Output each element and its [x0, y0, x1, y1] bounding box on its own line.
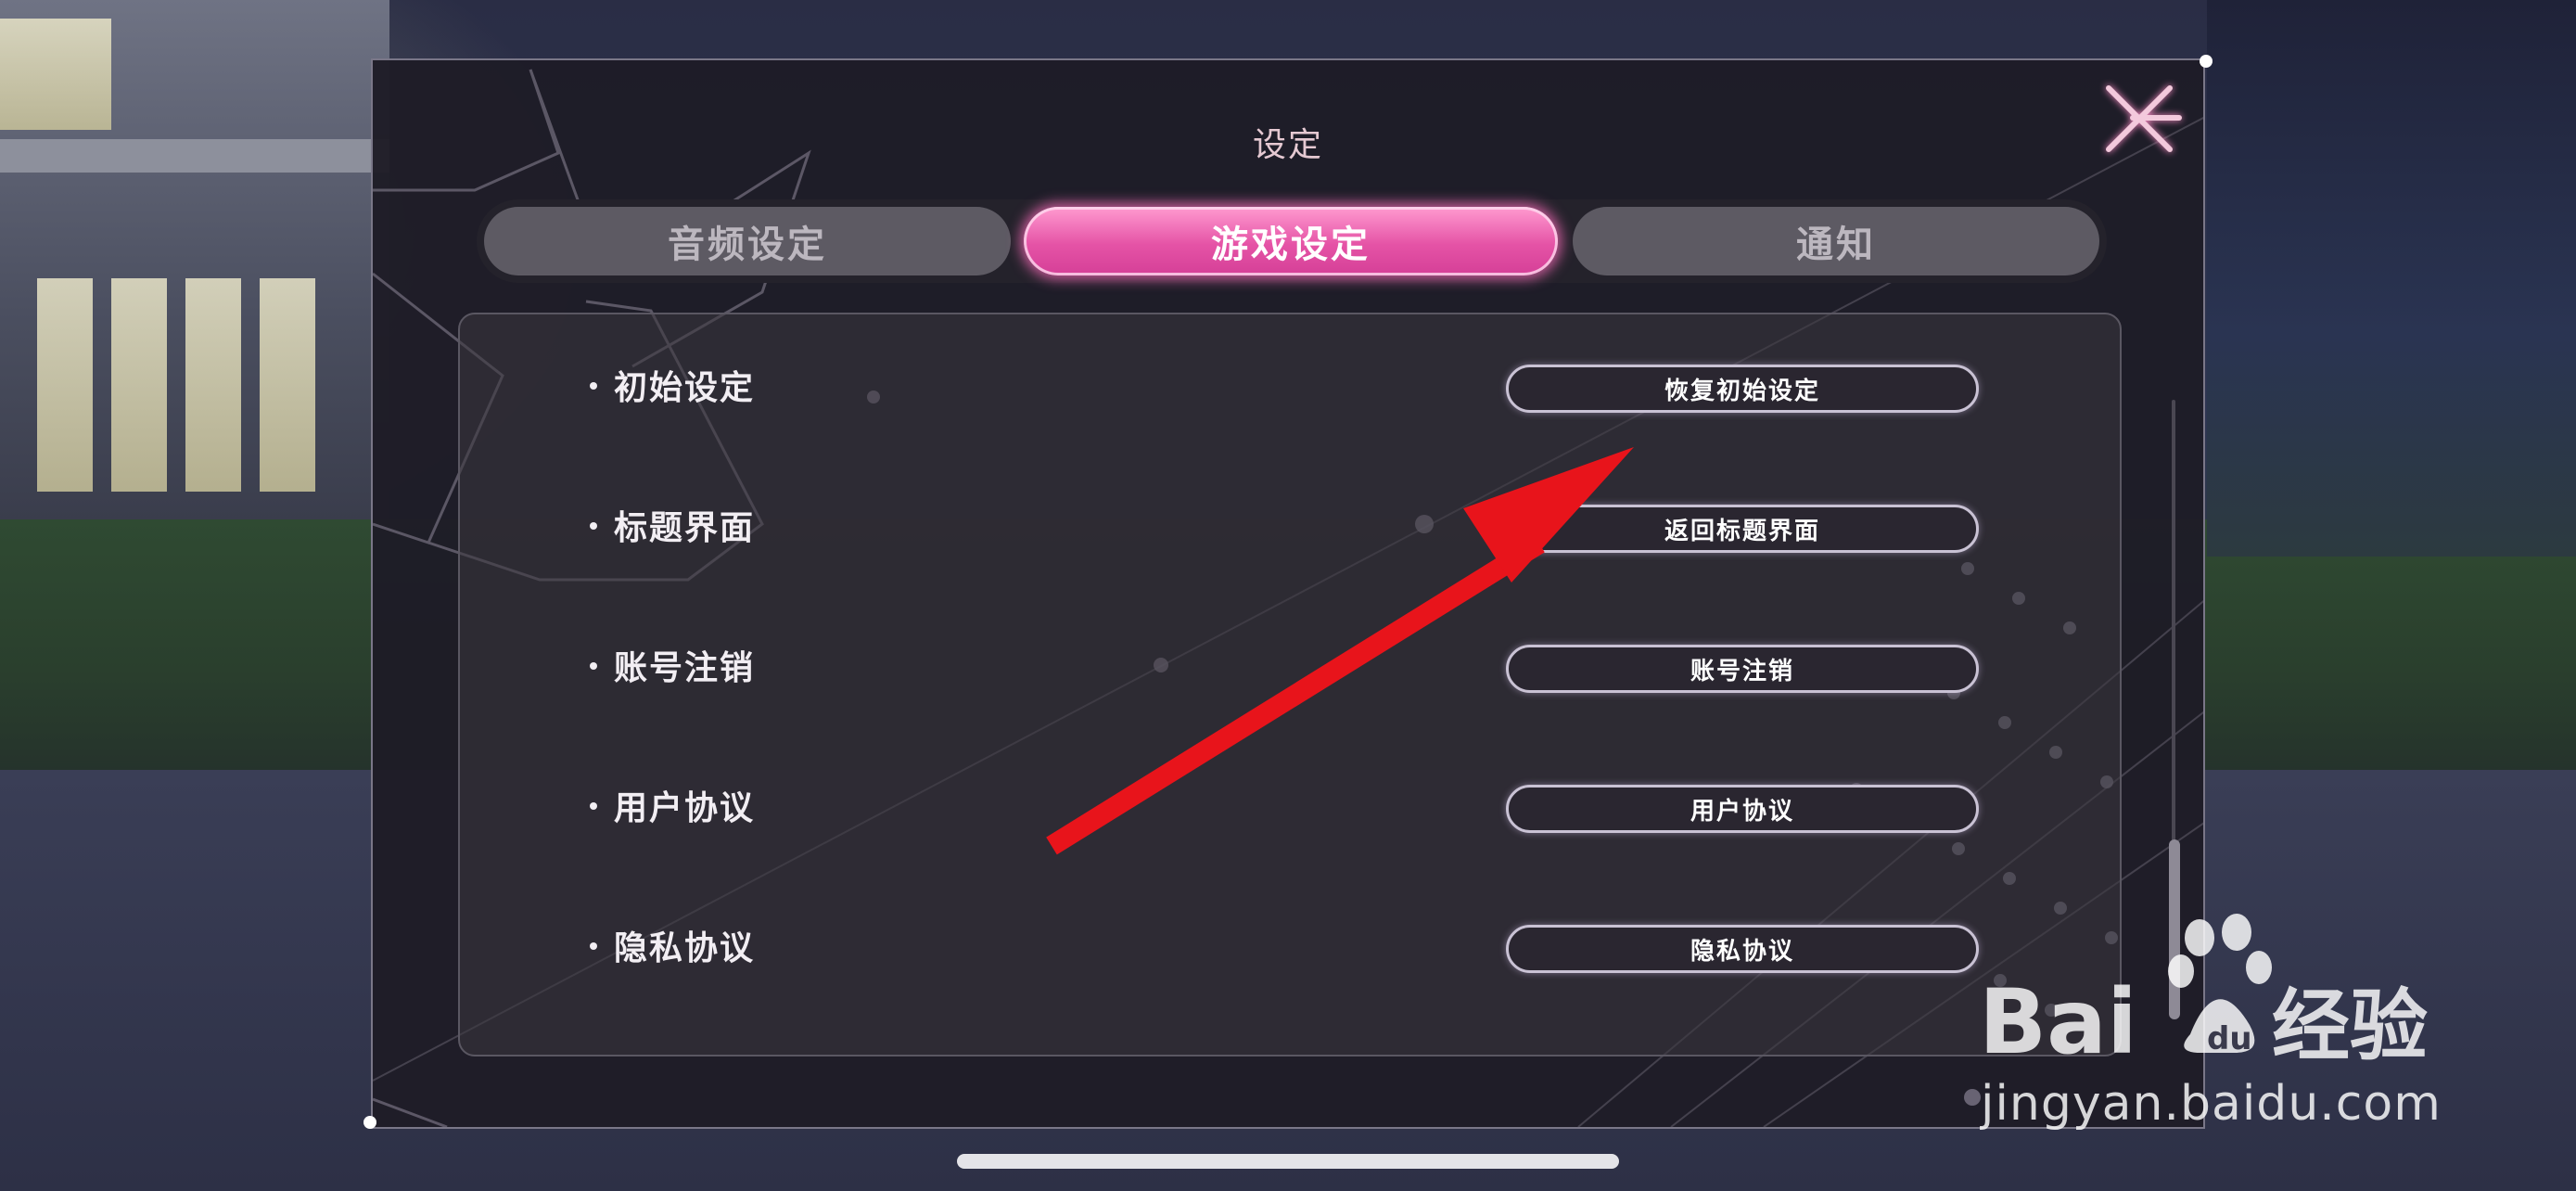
return-title-button[interactable]: 返回标题界面 — [1506, 505, 1979, 553]
svg-text:Bai: Bai — [1979, 970, 2137, 1074]
bullet-icon — [590, 382, 597, 390]
settings-panel: 设定 音频设定 游戏设定 通知 初始设定 恢复初始设定 标题界面 返回标题界面 … — [371, 58, 2205, 1129]
label-text: 标题界面 — [614, 509, 756, 547]
bullet-icon — [590, 802, 597, 810]
settings-row-label: 用户协议 — [590, 781, 755, 837]
label-text: 用户协议 — [614, 789, 756, 827]
reset-settings-button[interactable]: 恢复初始设定 — [1506, 365, 1979, 413]
background-window — [260, 278, 315, 492]
privacy-agreement-button[interactable]: 隐私协议 — [1506, 925, 1979, 973]
bullet-icon — [590, 942, 597, 950]
svg-text:du: du — [2207, 1020, 2252, 1057]
background-window — [111, 278, 167, 492]
tab-bar: 音频设定 游戏设定 通知 — [477, 199, 2107, 283]
home-indicator[interactable] — [957, 1154, 1619, 1169]
close-button[interactable] — [2096, 71, 2188, 164]
settings-row: 标题界面 返回标题界面 — [460, 501, 2120, 557]
label-text: 初始设定 — [614, 369, 756, 407]
close-x-icon — [2106, 85, 2182, 152]
settings-row-label: 初始设定 — [590, 361, 755, 416]
user-agreement-button[interactable]: 用户协议 — [1506, 785, 1979, 833]
label-text: 隐私协议 — [614, 929, 756, 967]
bullet-icon — [590, 662, 597, 670]
tab-notifications[interactable]: 通知 — [1573, 207, 2099, 275]
settings-row: 用户协议 用户协议 — [460, 781, 2120, 837]
settings-row: 隐私协议 隐私协议 — [460, 921, 2120, 977]
settings-row-label: 账号注销 — [590, 641, 755, 697]
settings-row: 初始设定 恢复初始设定 — [460, 361, 2120, 416]
background-window — [185, 278, 241, 492]
settings-row-label: 隐私协议 — [590, 921, 755, 977]
label-text: 账号注销 — [614, 649, 756, 687]
account-deletion-button[interactable]: 账号注销 — [1506, 645, 1979, 693]
settings-row: 账号注销 账号注销 — [460, 641, 2120, 697]
watermark-url: jingyan.baidu.com — [1981, 1076, 2442, 1132]
background-roof — [0, 139, 389, 173]
svg-text:经验: 经验 — [2272, 980, 2428, 1071]
frame-corner-dot — [2200, 55, 2213, 68]
settings-row-label: 标题界面 — [590, 501, 755, 557]
bullet-icon — [590, 522, 597, 530]
settings-list: 初始设定 恢复初始设定 标题界面 返回标题界面 账号注销 账号注销 用户协议 用… — [458, 313, 2180, 1057]
tab-game-settings[interactable]: 游戏设定 — [1024, 207, 1558, 275]
background-window — [37, 278, 93, 492]
background-trees — [2207, 0, 2576, 557]
panel-title: 设定 — [1252, 126, 1323, 164]
tab-audio-settings[interactable]: 音频设定 — [484, 207, 1011, 275]
background-window — [0, 19, 111, 130]
frame-corner-dot — [363, 1116, 376, 1129]
